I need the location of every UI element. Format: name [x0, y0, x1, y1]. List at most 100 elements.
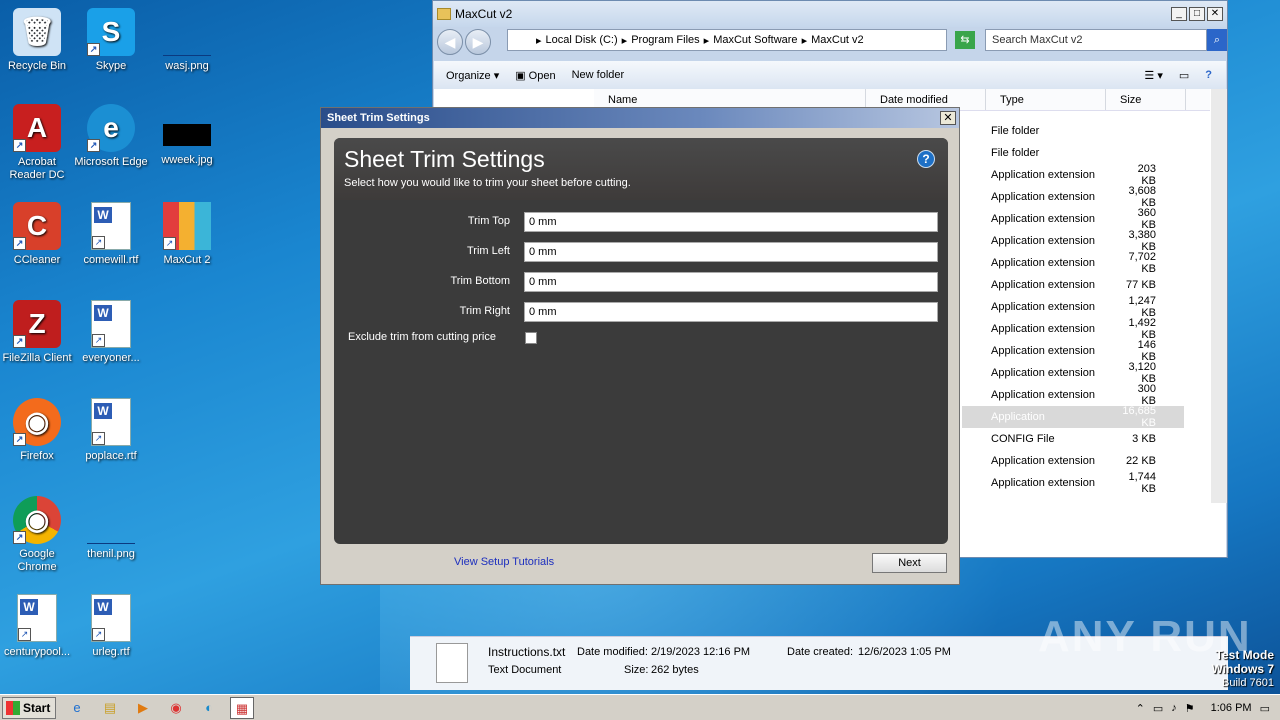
file-row[interactable]: Application extension 3,608 KB — [962, 185, 1184, 209]
image-file-icon — [163, 124, 211, 146]
back-button[interactable]: ◀ — [437, 29, 463, 55]
desktop-icon[interactable]: S ↗ Skype — [74, 8, 148, 73]
file-row[interactable]: Application extension 1,247 KB — [962, 295, 1184, 319]
file-row[interactable]: CONFIG File 3 KB — [962, 428, 1184, 450]
file-row[interactable]: Application extension 22 KB — [962, 450, 1184, 472]
clock[interactable]: 1:06 PM — [1211, 702, 1252, 714]
folder-icon — [437, 8, 451, 20]
trim-field-input[interactable] — [524, 272, 938, 292]
trim-field-label: Trim Right — [459, 305, 510, 317]
desktop-icon[interactable]: wweek.jpg — [150, 104, 224, 167]
file-row[interactable]: File folder — [962, 142, 1184, 164]
desktop-icon[interactable]: W ↗ urleg.rtf — [74, 594, 148, 659]
desktop-icon[interactable]: ↗ MaxCut 2 — [150, 202, 224, 267]
desktop-icon[interactable]: thenil.png — [74, 496, 148, 561]
explorer-titlebar[interactable]: MaxCut v2 _ □ ✕ — [433, 1, 1227, 27]
file-row[interactable]: Application extension 146 KB — [962, 339, 1184, 363]
maxcut-taskbar-icon[interactable]: ▦ — [230, 696, 254, 719]
setup-tutorials-link[interactable]: View Setup Tutorials — [454, 556, 554, 568]
file-row[interactable]: Application extension 3,380 KB — [962, 229, 1184, 253]
file-row[interactable]: Application extension 1,744 KB — [962, 471, 1184, 495]
file-row[interactable]: Application extension 3,120 KB — [962, 361, 1184, 385]
details-kind: Text Document — [488, 664, 562, 676]
desktop-icon[interactable]: W ↗ poplace.rtf — [74, 398, 148, 463]
organize-button[interactable]: Organize ▾ — [446, 69, 499, 82]
desktop-icon[interactable]: W ↗ comewill.rtf — [74, 202, 148, 267]
breadcrumb-separator-icon[interactable]: ▸ — [622, 34, 628, 47]
media-player-icon[interactable]: ▶ — [131, 697, 155, 719]
desktop-icon[interactable]: W ↗ everyoner... — [74, 300, 148, 365]
file-row[interactable]: Application 16,685 KB — [962, 405, 1184, 429]
file-row[interactable]: Application extension 360 KB — [962, 207, 1184, 231]
maximize-button[interactable]: □ — [1189, 7, 1205, 21]
file-row[interactable]: Application extension 77 KB — [962, 274, 1184, 296]
desktop-icon[interactable]: A ↗ Acrobat Reader DC — [0, 104, 74, 182]
desktop-icon[interactable]: ◉ ↗ Firefox — [0, 398, 74, 463]
show-desktop-icon[interactable]: ▭ — [1260, 702, 1270, 715]
file-size: 3,120 KB — [1128, 361, 1156, 385]
views-icon[interactable]: ☰ ▾ — [1144, 69, 1162, 82]
action-center-icon[interactable]: ⚑ — [1185, 702, 1195, 715]
exclude-trim-checkbox[interactable] — [525, 332, 537, 344]
desktop-icon[interactable]: 🗑 Recycle Bin — [0, 8, 74, 73]
maxcut-icon: ↗ — [163, 202, 211, 250]
file-row[interactable]: Application extension 203 KB — [962, 163, 1184, 187]
network-icon[interactable]: ▭ — [1153, 702, 1163, 715]
breadcrumb-separator-icon[interactable]: ▸ — [704, 34, 710, 47]
col-size[interactable]: Size — [1106, 89, 1186, 110]
breadcrumb-item[interactable]: Program Files — [631, 34, 699, 46]
desktop-icon[interactable]: C ↗ CCleaner — [0, 202, 74, 267]
breadcrumb-separator-icon[interactable]: ▸ — [802, 34, 808, 47]
open-button[interactable]: ▣ Open — [515, 69, 555, 82]
col-type[interactable]: Type — [986, 89, 1106, 110]
breadcrumb-item[interactable]: Local Disk (C:) — [546, 34, 618, 46]
trim-field-input[interactable] — [524, 242, 938, 262]
file-row[interactable]: File folder — [962, 120, 1184, 142]
minimize-button[interactable]: _ — [1171, 7, 1187, 21]
dialog-close-button[interactable]: ✕ — [940, 111, 956, 125]
sheet-trim-dialog[interactable]: Sheet Trim Settings ✕ Sheet Trim Setting… — [320, 107, 960, 585]
chrome-icon[interactable]: ◉ — [164, 697, 188, 719]
explorer-icon[interactable]: ▤ — [98, 697, 122, 719]
desktop-icon[interactable]: W ↗ centurypool... — [0, 594, 74, 659]
breadcrumb-item[interactable]: MaxCut Software — [713, 34, 797, 46]
edge-icon: e ↗ — [87, 104, 135, 152]
search-icon[interactable]: ⌕ — [1207, 29, 1227, 51]
file-row[interactable]: Application extension 1,492 KB — [962, 317, 1184, 341]
next-button[interactable]: Next — [872, 553, 947, 573]
breadcrumb[interactable]: ▸ Local Disk (C:) ▸ Program Files ▸ MaxC… — [507, 29, 947, 51]
desktop-icon-label: Microsoft Edge — [74, 156, 148, 168]
new-folder-button[interactable]: New folder — [572, 69, 625, 81]
desktop-icon-label: CCleaner — [13, 254, 61, 266]
ie-icon[interactable]: e — [65, 697, 89, 719]
recycle-bin-icon: 🗑 — [13, 8, 61, 56]
close-button[interactable]: ✕ — [1207, 7, 1223, 21]
text-file-icon — [436, 643, 468, 683]
file-row[interactable]: Application extension 300 KB — [962, 383, 1184, 407]
volume-icon[interactable]: ♪ — [1171, 702, 1177, 714]
trim-field-input[interactable] — [524, 302, 938, 322]
breadcrumb-separator-icon[interactable]: ▸ — [536, 34, 542, 47]
show-hidden-icons-icon[interactable]: ⌃ — [1136, 702, 1145, 715]
breadcrumb-item[interactable]: MaxCut v2 — [811, 34, 864, 46]
shortcut-arrow-icon: ↗ — [13, 139, 26, 152]
word-doc-icon: W ↗ — [91, 300, 131, 348]
edge-icon[interactable]: ◐ — [197, 697, 221, 719]
search-input[interactable]: Search MaxCut v2 — [985, 29, 1207, 51]
refresh-icon[interactable]: ⇆ — [955, 31, 975, 49]
scrollbar[interactable] — [1211, 89, 1227, 503]
dialog-titlebar[interactable]: Sheet Trim Settings ✕ — [321, 108, 959, 128]
trim-field-label: Trim Left — [467, 245, 510, 257]
shortcut-arrow-icon: ↗ — [13, 433, 26, 446]
file-row[interactable]: Application extension 7,702 KB — [962, 251, 1184, 275]
preview-pane-icon[interactable]: ▭ — [1179, 69, 1189, 82]
trim-field-input[interactable] — [524, 212, 938, 232]
forward-button[interactable]: ▶ — [465, 29, 491, 55]
desktop-icon[interactable]: ◉ ↗ Google Chrome — [0, 496, 74, 574]
help-icon[interactable]: ? — [917, 150, 935, 168]
desktop-icon[interactable]: Z ↗ FileZilla Client — [0, 300, 74, 365]
start-button[interactable]: Start — [2, 696, 56, 719]
help-icon[interactable]: ? — [1205, 69, 1212, 81]
desktop-icon[interactable]: wasj.png — [150, 8, 224, 73]
desktop-icon[interactable]: e ↗ Microsoft Edge — [74, 104, 148, 169]
